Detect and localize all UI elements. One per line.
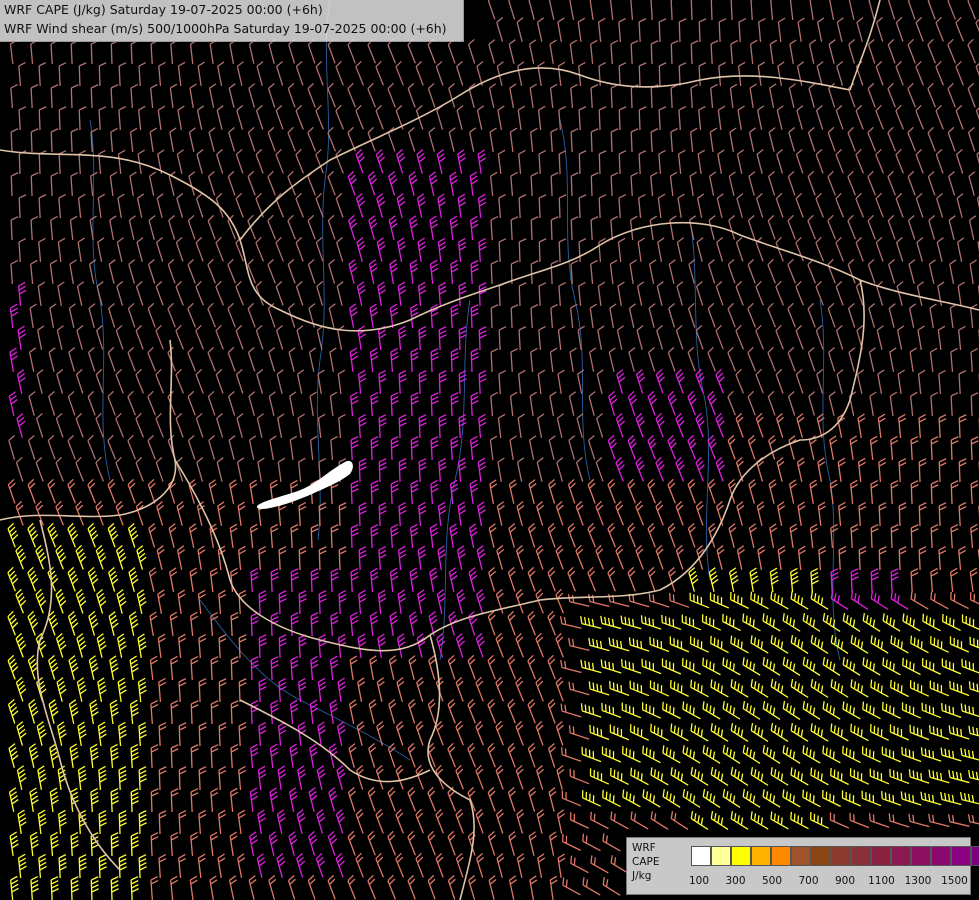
legend-tick: 1500 <box>941 875 968 887</box>
legend-titles: WRF CAPE J/kg <box>632 841 659 883</box>
legend-unit: J/kg <box>632 870 652 882</box>
legend-swatch <box>851 846 871 866</box>
legend-tick: 700 <box>798 875 819 887</box>
legend-swatch <box>971 846 979 866</box>
map-title-cape: WRF CAPE (J/kg) Saturday 19-07-2025 00:0… <box>4 2 323 17</box>
legend-tick: 500 <box>761 875 783 887</box>
legend-tick: 300 <box>725 875 746 887</box>
legend-model: WRF <box>632 842 656 854</box>
legend-swatch <box>891 846 911 866</box>
legend-swatch <box>691 846 711 866</box>
map-title-box: WRF CAPE (J/kg) Saturday 19-07-2025 00:0… <box>0 0 464 42</box>
legend-swatch <box>911 846 931 866</box>
legend-swatch <box>811 846 831 866</box>
weather-map <box>0 0 979 900</box>
map-title-wind-shear: WRF Wind shear (m/s) 500/1000hPa Saturda… <box>4 21 447 36</box>
legend-swatch <box>731 846 751 866</box>
legend-swatch <box>931 846 951 866</box>
legend-swatch <box>871 846 891 866</box>
legend-swatch <box>951 846 971 866</box>
legend-swatch <box>711 846 731 866</box>
legend-variable: CAPE <box>632 856 660 868</box>
legend-tick: 900 <box>834 875 856 887</box>
legend-swatch <box>751 846 771 866</box>
legend-tick: 1100 <box>868 875 895 887</box>
legend-swatch <box>771 846 791 866</box>
cape-legend: WRF CAPE J/kg 100 300 500 700 900 1100 1300 150… <box>626 837 979 895</box>
legend-swatch <box>791 846 811 866</box>
legend-tick-labels: 100 300 500 700 900 1100 1300 1500 <box>681 875 971 889</box>
legend-swatch <box>831 846 851 866</box>
legend-tick: 100 <box>688 875 710 887</box>
legend-tick: 1300 <box>904 875 932 887</box>
legend-color-scale <box>691 846 979 866</box>
